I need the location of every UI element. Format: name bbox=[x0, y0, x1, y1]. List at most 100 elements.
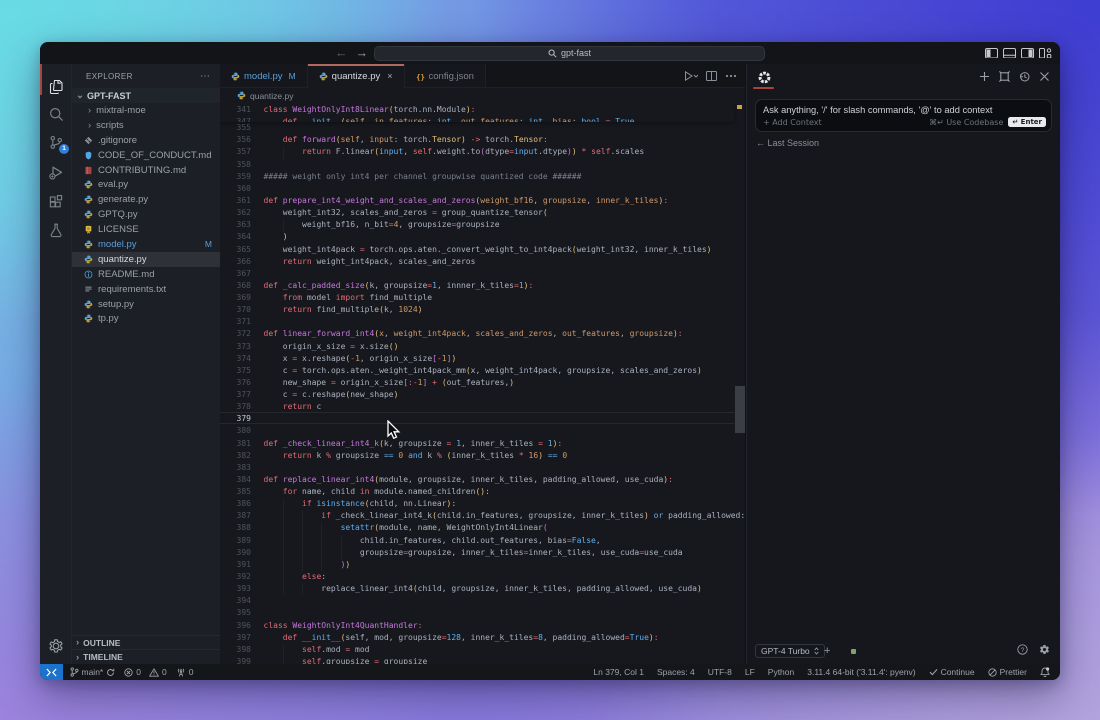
nav-back-icon[interactable]: ← bbox=[335, 46, 348, 60]
prettier-status[interactable]: Prettier bbox=[988, 667, 1027, 677]
split-editor-icon[interactable] bbox=[706, 71, 717, 81]
explorer-item-generate-py[interactable]: generate.py bbox=[72, 192, 220, 207]
container bbox=[264, 572, 303, 581]
remote-indicator[interactable]: >< bbox=[40, 664, 63, 680]
file-label: GPTQ.py bbox=[98, 209, 138, 220]
status-label: Prettier bbox=[1000, 667, 1027, 677]
explorer-item-license[interactable]: LICENSE bbox=[72, 222, 220, 237]
icon-shape bbox=[726, 75, 728, 77]
code-token: : torch. bbox=[394, 135, 433, 144]
activity-search-button[interactable] bbox=[40, 100, 72, 128]
more-actions-icon[interactable] bbox=[725, 74, 737, 78]
activity-run-debug-button[interactable] bbox=[40, 158, 72, 186]
status-right: Ln 379, Col 1 Spaces: 4 UTF-8 LF Python 3.11.… bbox=[593, 667, 1060, 677]
explorer-item-requirements-txt[interactable]: requirements.txt bbox=[72, 282, 220, 297]
continue-status[interactable]: Continue bbox=[929, 667, 975, 677]
history-icon[interactable] bbox=[1019, 71, 1030, 82]
explorer-item-contributing-md[interactable]: CONTRIBUTING.md bbox=[72, 163, 220, 178]
sticky-scroll: 341class WeightOnlyInt8Linear(torch.nn.M… bbox=[220, 104, 734, 122]
code-text: c = c.reshape(new_shape) bbox=[264, 389, 399, 401]
license-file-icon bbox=[84, 225, 93, 234]
explorer-item-tp-py[interactable]: tp.py bbox=[72, 311, 220, 326]
code-line-391: 391 )) bbox=[220, 559, 745, 571]
editor-scrollbar[interactable] bbox=[735, 386, 745, 433]
explorer-item-eval-py[interactable]: eval.py bbox=[72, 177, 220, 192]
add-context-button[interactable]: + Add Context bbox=[763, 118, 822, 127]
model-selector[interactable]: GPT-4 Turbo bbox=[755, 644, 825, 658]
activity-settings-button[interactable] bbox=[40, 632, 72, 660]
enter-button[interactable]: ↵ Enter bbox=[1008, 117, 1046, 127]
tab-quantize-py[interactable]: quantize.py× bbox=[308, 64, 405, 88]
customize-layout-icon[interactable] bbox=[1039, 48, 1052, 59]
toggle-primary-sidebar-icon[interactable] bbox=[985, 48, 998, 59]
line-number: 379 bbox=[220, 413, 251, 425]
toggle-secondary-sidebar-icon[interactable] bbox=[1021, 48, 1034, 59]
file-label: tp.py bbox=[98, 313, 119, 324]
gear-icon[interactable] bbox=[1039, 644, 1050, 655]
line-number: 394 bbox=[220, 595, 251, 607]
toggle-panel-icon[interactable] bbox=[1003, 48, 1016, 59]
tab-model-py[interactable]: model.pyM bbox=[220, 64, 308, 88]
activity-source-control-button[interactable]: 1 bbox=[40, 128, 72, 156]
icon-shape bbox=[50, 197, 55, 202]
breadcrumb[interactable]: quantize.py bbox=[220, 88, 745, 104]
icon-shape bbox=[47, 669, 56, 676]
problems-status[interactable]: 00 bbox=[124, 667, 166, 677]
line-number: 385 bbox=[220, 486, 251, 498]
explorer-item-quantize-py[interactable]: quantize.py bbox=[72, 252, 220, 267]
close-icon[interactable] bbox=[1039, 71, 1050, 82]
bell-icon[interactable] bbox=[1040, 667, 1050, 677]
explorer-more-icon[interactable]: ⋯ bbox=[200, 71, 211, 82]
cursor-position-status[interactable]: Ln 379, Col 1 bbox=[593, 667, 644, 677]
explorer-root-folder[interactable]: ⌄ GPT-FAST bbox=[72, 88, 220, 103]
command-center-search[interactable]: gpt-fast bbox=[374, 46, 765, 62]
run-python-icon[interactable] bbox=[684, 71, 698, 81]
tab-config-json[interactable]: {}config.json bbox=[405, 64, 486, 88]
file-label: .gitignore bbox=[98, 135, 137, 146]
explorer-item-model-py[interactable]: model.pyM bbox=[72, 237, 220, 252]
code-line-358: 358 bbox=[220, 159, 745, 171]
code-editor[interactable]: 355356 def forward(self, input: torch.Te… bbox=[220, 104, 745, 664]
add-model-button[interactable]: + bbox=[824, 645, 830, 657]
encoding-status[interactable]: UTF-8 bbox=[708, 667, 732, 677]
explorer-item-mixtral-moe[interactable]: ›mixtral-moe bbox=[72, 103, 220, 118]
git-branch-status[interactable]: main* bbox=[70, 667, 116, 677]
explorer-item--gitignore[interactable]: .gitignore bbox=[72, 133, 220, 148]
sidebar-section-timeline[interactable]: › TIMELINE bbox=[72, 649, 220, 664]
activity-explorer-button[interactable] bbox=[40, 72, 72, 100]
sync-icon bbox=[106, 668, 115, 677]
help-icon[interactable]: ? bbox=[1017, 644, 1028, 655]
explorer-item-code-of-conduct-md[interactable]: CODE_OF_CONDUCT.md bbox=[72, 148, 220, 163]
ports-status[interactable]: 0 bbox=[176, 667, 194, 677]
code-token: , groupsize bbox=[398, 220, 451, 229]
activity-extensions-button[interactable] bbox=[40, 188, 72, 216]
nav-forward-icon[interactable]: → bbox=[356, 46, 369, 60]
close-tab-icon[interactable]: × bbox=[387, 71, 392, 81]
file-label: CODE_OF_CONDUCT.md bbox=[98, 150, 212, 161]
indentation-status[interactable]: Spaces: 4 bbox=[657, 667, 695, 677]
explorer-item-gptq-py[interactable]: GPTQ.py bbox=[72, 207, 220, 222]
activity-testing-button[interactable] bbox=[40, 216, 72, 244]
code-token: scales_and_zeros bbox=[475, 329, 552, 338]
continue-logo-icon[interactable] bbox=[758, 71, 771, 86]
new-session-icon[interactable] bbox=[979, 71, 990, 82]
explorer-item-readme-md[interactable]: README.md bbox=[72, 267, 220, 282]
code-token: inner_k_tiles, use_cuda bbox=[528, 548, 639, 557]
notifications-bell[interactable] bbox=[1040, 667, 1050, 677]
last-session-link[interactable]: ← Last Session bbox=[756, 138, 819, 148]
icon-shape bbox=[84, 240, 93, 249]
code-token: , innner_k_tiles bbox=[437, 281, 514, 290]
fullscreen-icon[interactable] bbox=[999, 71, 1010, 82]
language-status[interactable]: Python bbox=[768, 667, 794, 677]
code-token: origin_x_size bbox=[283, 342, 350, 351]
explorer-item-setup-py[interactable]: setup.py bbox=[72, 297, 220, 312]
sidebar-section-outline[interactable]: › OUTLINE bbox=[72, 635, 220, 650]
code-token: 0 bbox=[562, 451, 567, 460]
icon-shape bbox=[1044, 676, 1046, 677]
chat-input[interactable]: Ask anything, '/' for slash commands, '@… bbox=[755, 99, 1052, 132]
explorer-item-scripts[interactable]: ›scripts bbox=[72, 118, 220, 133]
icon-shape bbox=[1001, 72, 1008, 79]
python-interpreter-status[interactable]: 3.11.4 64-bit ('3.11.4': pyenv) bbox=[807, 667, 915, 677]
eol-status[interactable]: LF bbox=[745, 667, 755, 677]
file-label: scripts bbox=[96, 120, 123, 131]
